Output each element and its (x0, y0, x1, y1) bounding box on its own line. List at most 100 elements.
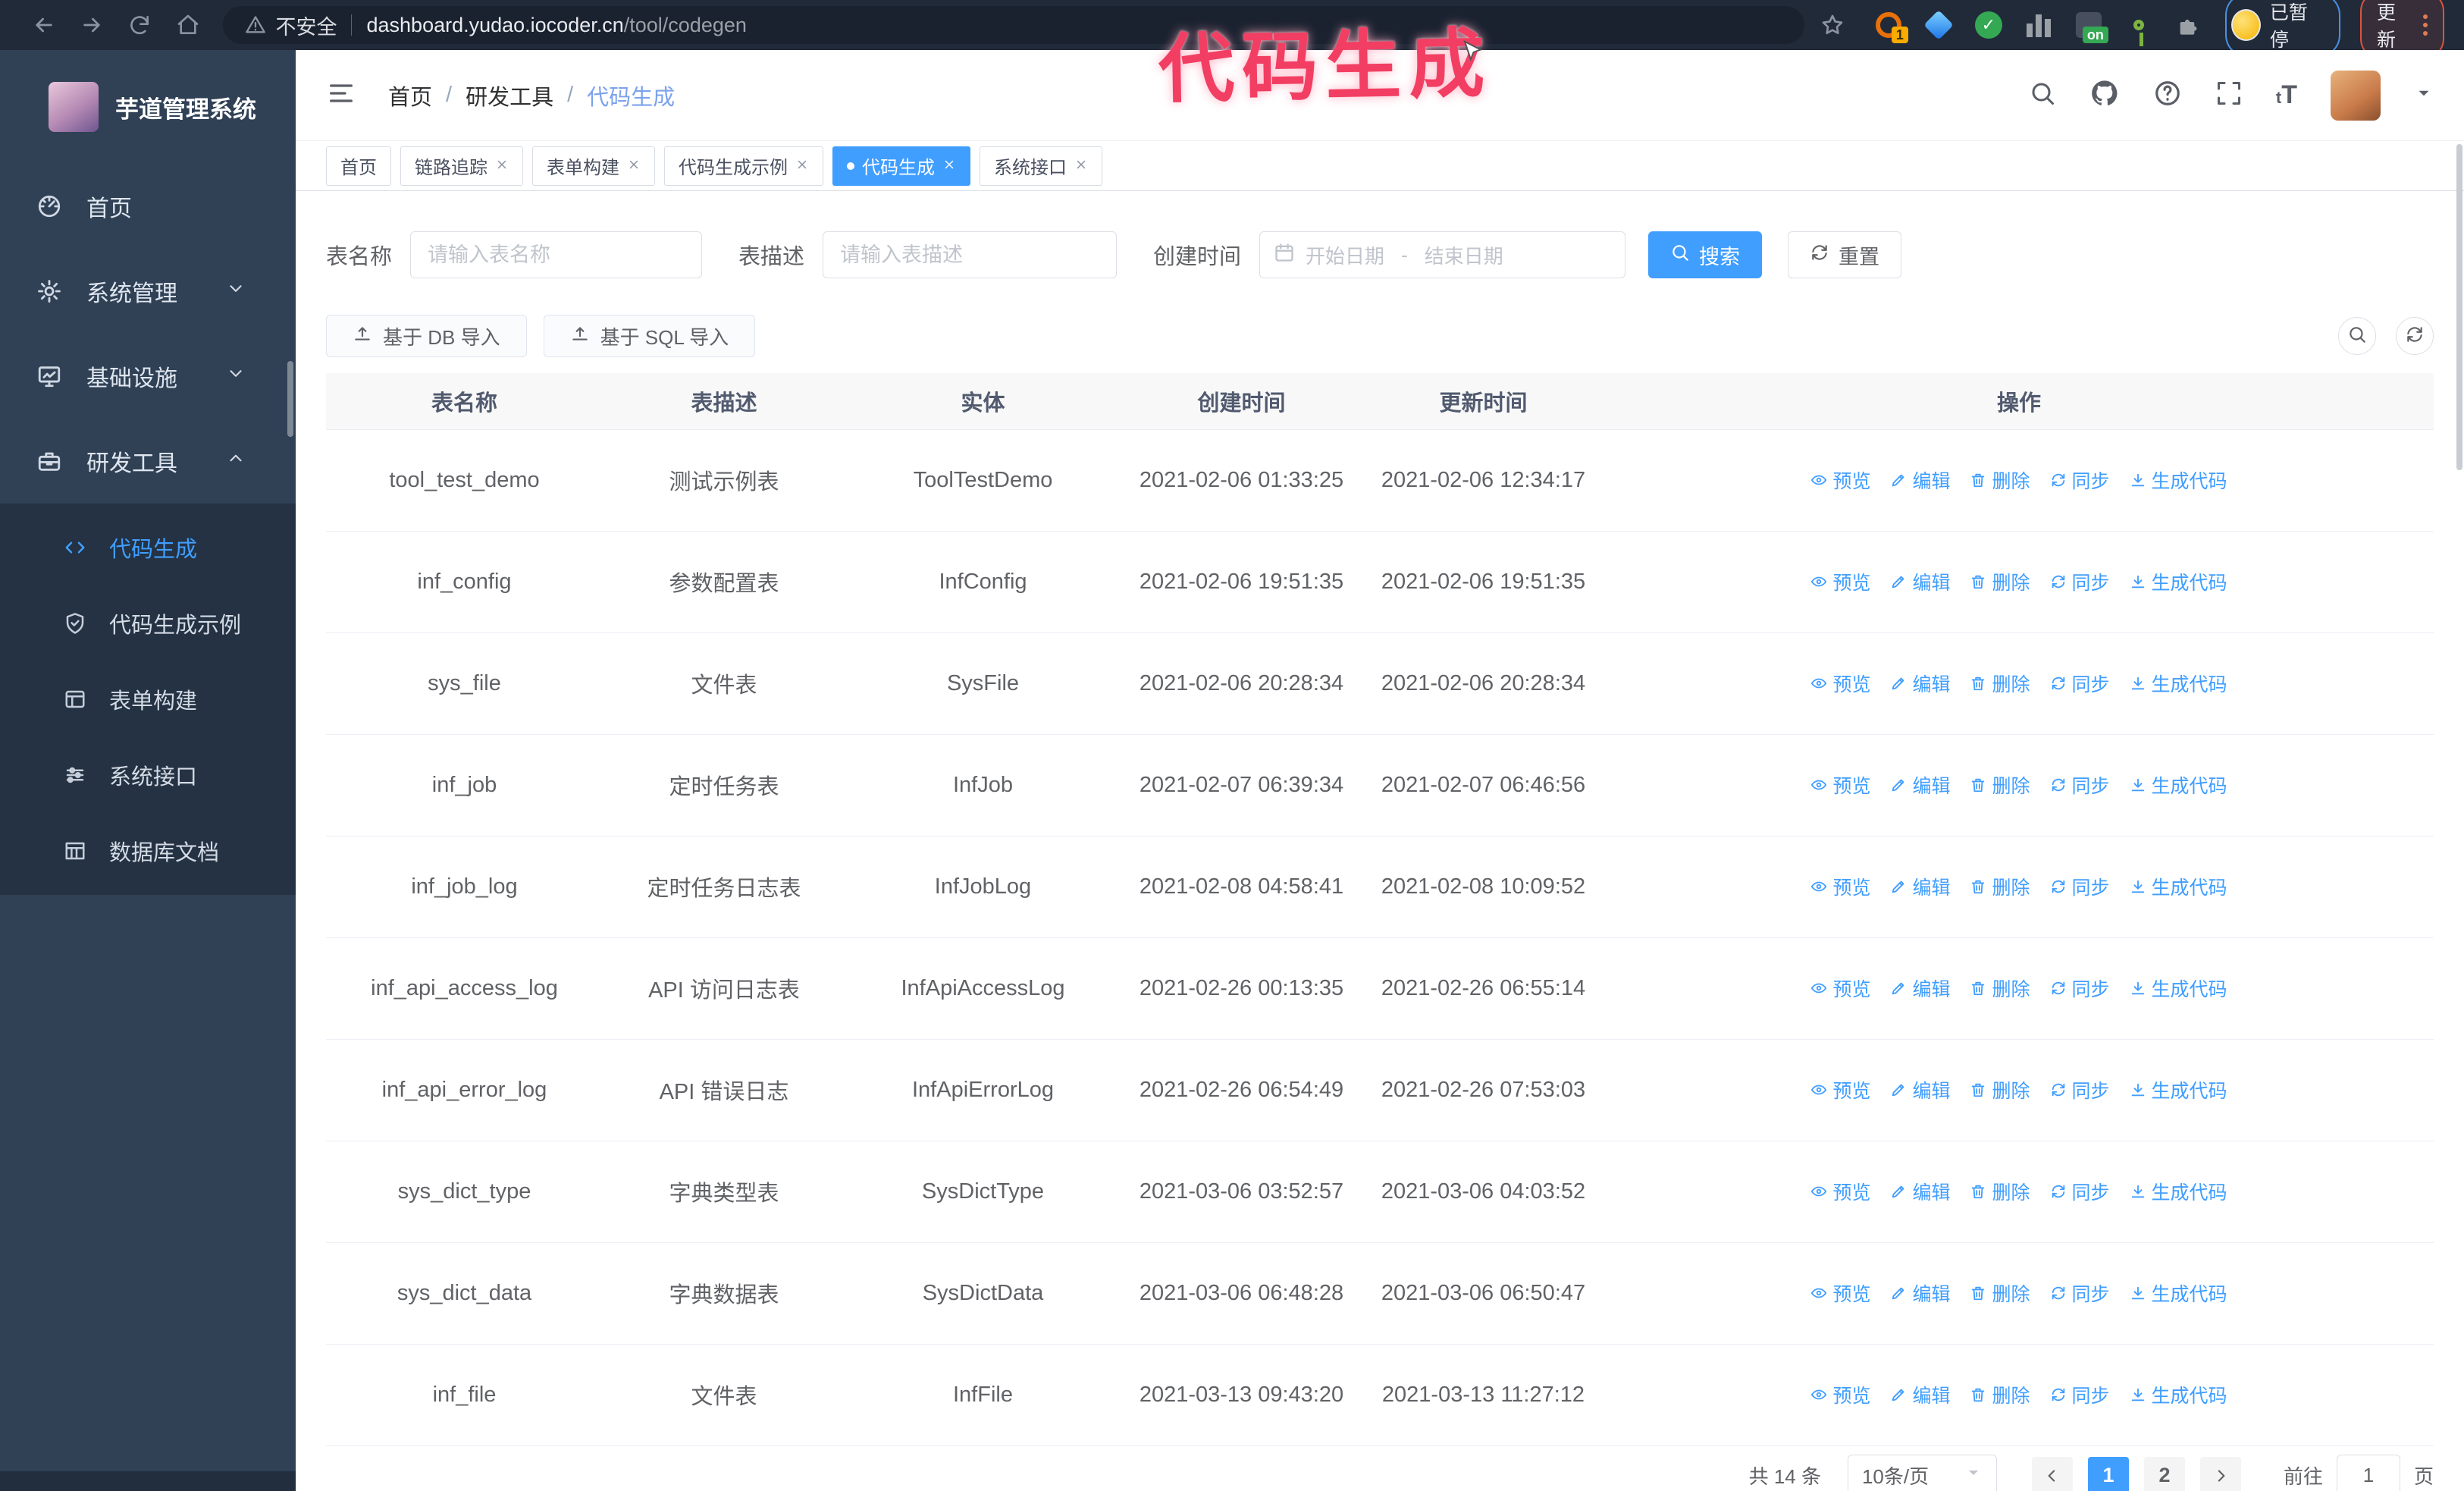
action-2[interactable]: 删除 (1970, 1279, 2030, 1307)
breadcrumb-home[interactable]: 首页 (388, 80, 432, 111)
search-icon[interactable] (2029, 80, 2056, 111)
action-3[interactable]: 同步 (2050, 873, 2110, 900)
action-0[interactable]: 预览 (1810, 568, 1870, 595)
action-4[interactable]: 生成代码 (2130, 1381, 2227, 1408)
app-logo-row[interactable]: 芋道管理系统 (0, 50, 296, 164)
sidebar-item-2[interactable]: 基础设施 (0, 334, 296, 419)
browser-profile-button[interactable]: 已暂停 (2224, 0, 2340, 58)
extension-icon[interactable]: on (2074, 10, 2108, 43)
help-icon[interactable] (2153, 79, 2182, 111)
page-scrollbar[interactable] (2456, 144, 2462, 470)
action-3[interactable]: 同步 (2050, 1279, 2110, 1307)
action-4[interactable]: 生成代码 (2130, 1076, 2227, 1103)
close-icon[interactable] (627, 155, 641, 177)
bookmark-star-icon[interactable] (1820, 11, 1846, 39)
action-0[interactable]: 预览 (1810, 1178, 1870, 1205)
fullscreen-icon[interactable] (2215, 80, 2243, 111)
action-0[interactable]: 预览 (1810, 771, 1870, 799)
page-size-select[interactable]: 10条/页 (1847, 1454, 1997, 1491)
action-3[interactable]: 同步 (2050, 670, 2110, 697)
action-2[interactable]: 删除 (1970, 771, 2030, 799)
action-4[interactable]: 生成代码 (2130, 975, 2227, 1002)
close-icon[interactable] (795, 155, 809, 177)
sidebar-subitem-4[interactable]: 数据库文档 (0, 813, 296, 889)
action-4[interactable]: 生成代码 (2130, 466, 2227, 494)
action-1[interactable]: 编辑 (1890, 568, 1950, 595)
close-icon[interactable] (942, 155, 956, 177)
date-range-picker[interactable]: 开始日期 - 结束日期 (1259, 231, 1626, 278)
action-1[interactable]: 编辑 (1890, 1279, 1950, 1307)
sidebar-item-0[interactable]: 首页 (0, 164, 296, 249)
action-3[interactable]: 同步 (2050, 1381, 2110, 1408)
action-1[interactable]: 编辑 (1890, 771, 1950, 799)
close-icon[interactable] (1074, 155, 1088, 177)
action-0[interactable]: 预览 (1810, 1381, 1870, 1408)
action-0[interactable]: 预览 (1810, 873, 1870, 900)
action-2[interactable]: 删除 (1970, 975, 2030, 1002)
sidebar-scrollbar[interactable] (287, 361, 293, 437)
extension-icon[interactable] (2024, 10, 2054, 40)
action-2[interactable]: 删除 (1970, 1381, 2030, 1408)
tab-5[interactable]: 系统接口 (980, 146, 1102, 186)
tab-2[interactable]: 表单构建 (532, 146, 655, 186)
action-4[interactable]: 生成代码 (2130, 771, 2227, 799)
action-4[interactable]: 生成代码 (2130, 670, 2227, 697)
sidebar-subitem-3[interactable]: 系统接口 (0, 737, 296, 813)
search-button[interactable]: 搜索 (1648, 231, 1763, 278)
puzzle-icon[interactable] (2174, 10, 2204, 40)
refresh-table-button[interactable] (2396, 317, 2434, 355)
action-2[interactable]: 删除 (1970, 670, 2030, 697)
action-4[interactable]: 生成代码 (2130, 1178, 2227, 1205)
action-4[interactable]: 生成代码 (2130, 1279, 2227, 1307)
breadcrumb-devtools[interactable]: 研发工具 (466, 80, 553, 111)
action-3[interactable]: 同步 (2050, 1178, 2110, 1205)
action-1[interactable]: 编辑 (1890, 466, 1950, 494)
forward-icon[interactable] (78, 11, 105, 39)
page-button-2[interactable]: 2 (2143, 1456, 2185, 1491)
tab-1[interactable]: 链路追踪 (400, 146, 523, 186)
action-3[interactable]: 同步 (2050, 568, 2110, 595)
tab-4[interactable]: 代码生成 (832, 146, 970, 186)
sidebar-subitem-1[interactable]: 代码生成示例 (0, 585, 296, 661)
extension-icon[interactable]: ✓ (1973, 10, 2004, 40)
import-sql-button[interactable]: 基于 SQL 导入 (543, 315, 756, 357)
action-0[interactable]: 预览 (1810, 975, 1870, 1002)
close-icon[interactable] (495, 155, 509, 177)
reset-button[interactable]: 重置 (1788, 231, 1902, 278)
action-2[interactable]: 删除 (1970, 873, 2030, 900)
action-2[interactable]: 删除 (1970, 568, 2030, 595)
action-0[interactable]: 预览 (1810, 670, 1870, 697)
extension-icon[interactable]: 1 (1873, 10, 1908, 43)
hamburger-icon[interactable] (326, 78, 356, 112)
action-2[interactable]: 删除 (1970, 466, 2030, 494)
sidebar-collapse-bar[interactable] (0, 1471, 296, 1491)
text-size-icon[interactable]: tT (2276, 80, 2297, 110)
action-0[interactable]: 预览 (1810, 1279, 1870, 1307)
user-avatar[interactable] (2331, 70, 2381, 121)
extension-icon[interactable] (2124, 10, 2154, 46)
action-1[interactable]: 编辑 (1890, 1076, 1950, 1103)
action-3[interactable]: 同步 (2050, 466, 2110, 494)
action-1[interactable]: 编辑 (1890, 975, 1950, 1002)
address-bar[interactable]: 不安全 dashboard.yudao.iocoder.cn/tool/code… (222, 6, 1804, 44)
action-4[interactable]: 生成代码 (2130, 873, 2227, 900)
table-name-input[interactable] (410, 231, 703, 278)
action-4[interactable]: 生成代码 (2130, 568, 2227, 595)
caret-down-icon[interactable] (2414, 83, 2434, 107)
sidebar-subitem-0[interactable]: 代码生成 (0, 510, 296, 585)
browser-menu-icon[interactable] (2423, 14, 2428, 36)
page-button-1[interactable]: 1 (2087, 1456, 2129, 1491)
github-icon[interactable] (2089, 78, 2120, 112)
action-3[interactable]: 同步 (2050, 975, 2110, 1002)
action-0[interactable]: 预览 (1810, 466, 1870, 494)
action-0[interactable]: 预览 (1810, 1076, 1870, 1103)
action-1[interactable]: 编辑 (1890, 1381, 1950, 1408)
sidebar-item-3[interactable]: 研发工具 (0, 419, 296, 504)
action-1[interactable]: 编辑 (1890, 670, 1950, 697)
next-page-button[interactable] (2199, 1456, 2241, 1491)
back-icon[interactable] (30, 11, 57, 39)
toggle-search-button[interactable] (2338, 317, 2376, 355)
sidebar-item-1[interactable]: 系统管理 (0, 249, 296, 334)
reload-icon[interactable] (127, 11, 153, 39)
table-desc-input[interactable] (823, 231, 1118, 278)
